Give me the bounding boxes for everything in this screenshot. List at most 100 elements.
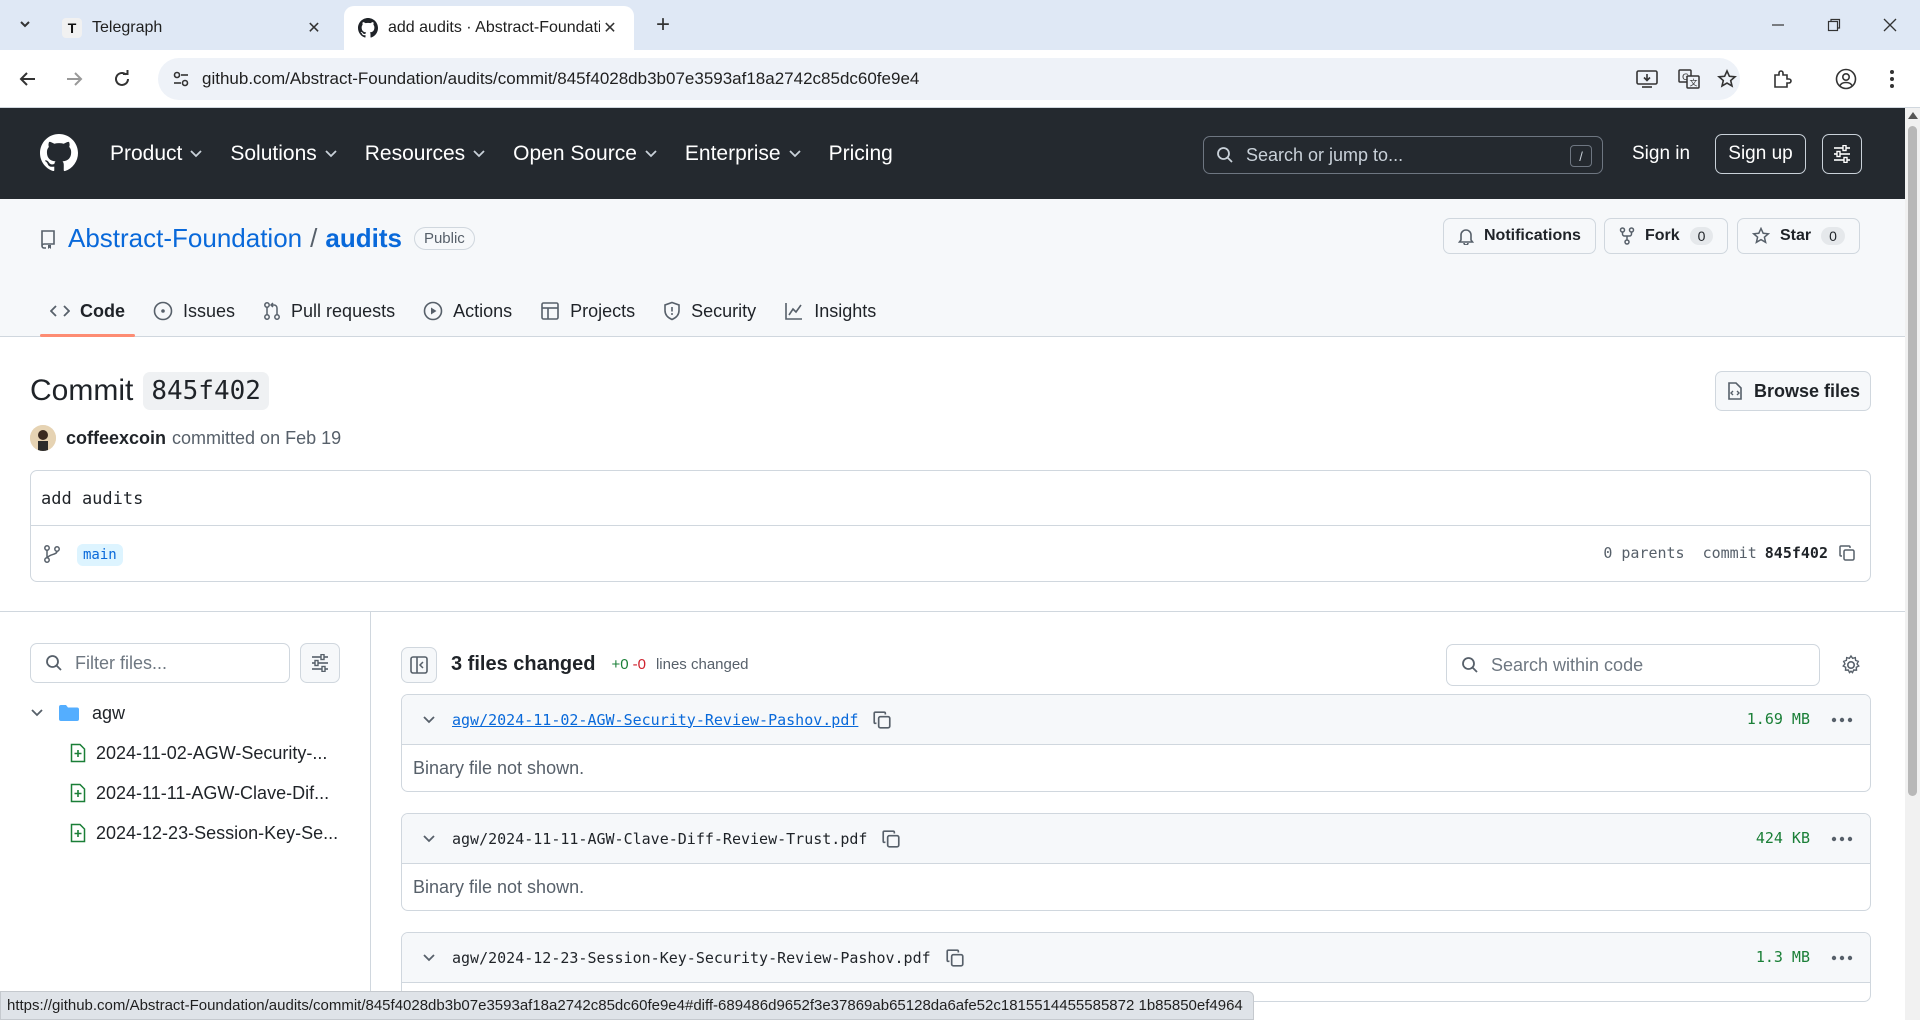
sign-in-link[interactable]: Sign in xyxy=(1632,134,1690,174)
nav-label: Solutions xyxy=(230,141,317,165)
repo-owner-link[interactable]: Abstract-Foundation xyxy=(68,223,302,254)
filter-options-button[interactable] xyxy=(300,643,340,683)
nav-product[interactable]: Product xyxy=(110,141,203,166)
search-icon xyxy=(1217,147,1233,163)
profile-icon[interactable] xyxy=(1830,63,1862,95)
tab-issues[interactable]: Issues xyxy=(143,285,245,337)
nav-label: Product xyxy=(110,141,183,165)
tab-label: Projects xyxy=(570,300,636,321)
commit-sha: 845f402 xyxy=(143,372,269,410)
diff-file-path[interactable]: agw/2024-11-11-AGW-Clave-Diff-Review-Tru… xyxy=(452,830,867,848)
commit-message-box: add audits main 0 parents commit 845f402 xyxy=(30,470,1871,582)
gear-icon[interactable] xyxy=(1838,652,1864,678)
browser-tab-github[interactable]: add audits · Abstract-Foundatio ✕ xyxy=(344,6,634,50)
scrollbar-thumb[interactable] xyxy=(1908,126,1917,796)
header-menu-sliders-icon[interactable] xyxy=(1822,134,1862,174)
translate-icon[interactable]: G文 xyxy=(1674,64,1704,94)
tree-file-item[interactable]: 2024-12-23-Session-Key-Se... xyxy=(70,820,340,846)
tree-file-item[interactable]: 2024-11-11-AGW-Clave-Dif... xyxy=(70,780,340,806)
tab-label: Actions xyxy=(453,300,513,321)
diff-file-path-link[interactable]: agw/2024-11-02-AGW-Security-Review-Pasho… xyxy=(452,711,858,729)
star-button[interactable]: Star 0 xyxy=(1737,218,1860,254)
search-within-code-input[interactable]: Search within code xyxy=(1446,644,1820,686)
file-size: 1.69 MB xyxy=(1746,710,1810,728)
site-settings-icon[interactable] xyxy=(166,64,196,94)
search-icon xyxy=(1462,657,1478,673)
issue-opened-icon xyxy=(153,301,173,321)
tab-code[interactable]: Code xyxy=(40,285,135,337)
tab-label: Security xyxy=(691,300,757,321)
commit-author-link[interactable]: coffeexcoin xyxy=(66,428,166,449)
kebab-horizontal-icon[interactable] xyxy=(1828,707,1856,733)
copy-icon[interactable] xyxy=(872,710,892,730)
notifications-button[interactable]: Notifications xyxy=(1443,218,1596,254)
repo-separator: / xyxy=(310,223,318,253)
chevron-down-icon[interactable] xyxy=(422,953,436,963)
github-header: Product Solutions Resources Open Source … xyxy=(0,108,1905,199)
bookmark-star-icon[interactable] xyxy=(1712,64,1742,94)
close-icon[interactable]: ✕ xyxy=(304,18,324,38)
forward-arrow-icon[interactable] xyxy=(58,63,90,95)
repo-name-link[interactable]: audits xyxy=(325,223,402,254)
browser-menu-kebab-icon[interactable] xyxy=(1876,63,1908,95)
github-logo-icon[interactable] xyxy=(40,134,78,177)
nav-solutions[interactable]: Solutions xyxy=(230,141,337,166)
nav-resources[interactable]: Resources xyxy=(365,142,485,166)
chevron-down-icon xyxy=(31,709,43,717)
diff-file-path[interactable]: agw/2024-12-23-Session-Key-Security-Revi… xyxy=(452,949,931,967)
new-tab-plus-icon[interactable]: + xyxy=(648,10,678,40)
file-added-icon xyxy=(70,743,86,763)
branch-badge[interactable]: main xyxy=(77,544,123,566)
browser-tab-telegraph[interactable]: T Telegraph ✕ xyxy=(48,6,338,50)
sign-up-button[interactable]: Sign up xyxy=(1715,134,1806,174)
nav-open-source[interactable]: Open Source xyxy=(513,142,657,166)
minimize-icon[interactable] xyxy=(1758,10,1798,40)
nav-pricing[interactable]: Pricing xyxy=(829,142,893,166)
star-icon xyxy=(1752,227,1770,244)
chevron-down-icon[interactable] xyxy=(422,715,436,725)
pull-request-icon xyxy=(264,302,280,320)
restore-icon[interactable] xyxy=(1814,10,1854,40)
page-scrollbar[interactable] xyxy=(1905,108,1920,1020)
fork-button[interactable]: Fork 0 xyxy=(1604,218,1729,254)
nav-label: Pricing xyxy=(828,141,893,165)
chevron-down-icon[interactable] xyxy=(422,834,436,844)
tab-pull-requests[interactable]: Pull requests xyxy=(253,285,405,337)
extensions-puzzle-icon[interactable] xyxy=(1766,63,1798,95)
diff-file-body: Binary file not shown. xyxy=(413,876,585,897)
tab-projects[interactable]: Projects xyxy=(530,285,645,337)
filter-files-input[interactable]: Filter files... xyxy=(30,643,290,683)
back-arrow-icon[interactable] xyxy=(12,63,44,95)
browse-files-button[interactable]: Browse files xyxy=(1715,371,1871,411)
kebab-horizontal-icon[interactable] xyxy=(1828,826,1856,852)
tab-actions[interactable]: Actions xyxy=(413,285,522,337)
sliders-icon xyxy=(312,654,328,672)
tab-security[interactable]: Security xyxy=(653,285,766,337)
address-bar[interactable]: github.com/Abstract-Foundation/audits/co… xyxy=(158,58,1740,100)
scroll-up-arrow-icon[interactable] xyxy=(1908,112,1918,119)
git-branch-icon xyxy=(44,545,60,563)
code-icon xyxy=(50,305,70,317)
tree-folder-agw[interactable]: agw xyxy=(30,700,125,726)
github-search-input[interactable]: Search or jump to... / xyxy=(1203,136,1603,174)
commit-label: commit xyxy=(1702,544,1757,562)
copy-icon[interactable] xyxy=(1838,544,1856,562)
folder-label: agw xyxy=(92,702,126,723)
copy-icon[interactable] xyxy=(881,829,901,849)
table-icon xyxy=(541,302,559,320)
avatar[interactable] xyxy=(30,425,56,451)
tree-file-item[interactable]: 2024-11-02-AGW-Security-... xyxy=(70,740,340,766)
install-app-icon[interactable] xyxy=(1632,64,1662,94)
nav-enterprise[interactable]: Enterprise xyxy=(685,142,801,166)
url-text[interactable]: github.com/Abstract-Foundation/audits/co… xyxy=(202,69,919,89)
close-icon[interactable]: ✕ xyxy=(600,18,620,38)
tab-label: Issues xyxy=(183,300,236,321)
copy-icon[interactable] xyxy=(945,948,965,968)
tab-insights[interactable]: Insights xyxy=(774,285,886,337)
commit-sha-short: 845f402 xyxy=(1764,544,1828,562)
reload-icon[interactable] xyxy=(106,63,138,95)
toggle-file-tree-button[interactable] xyxy=(401,647,437,683)
kebab-horizontal-icon[interactable] xyxy=(1828,945,1856,971)
window-close-icon[interactable] xyxy=(1870,10,1910,40)
tab-search-chevron-icon[interactable] xyxy=(10,9,40,39)
